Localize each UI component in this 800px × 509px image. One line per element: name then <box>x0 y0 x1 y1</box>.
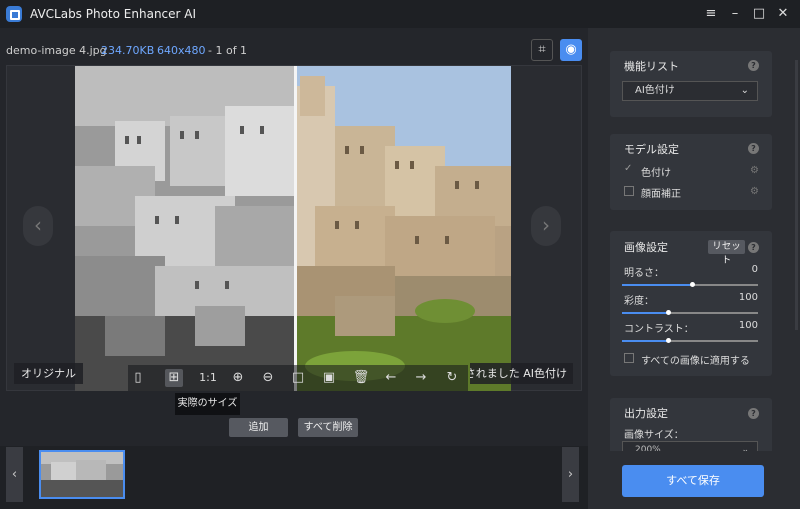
reset-button[interactable]: リセット <box>708 240 745 266</box>
face-enhance-checkbox[interactable] <box>624 186 634 196</box>
brightness-label: 明るさ： <box>624 268 664 279</box>
arrow-left-icon[interactable]: ← <box>382 369 400 387</box>
output-settings-title: 出力設定 <box>624 407 668 420</box>
eye-icon[interactable]: ◉ <box>560 39 582 61</box>
close-icon[interactable]: ✕ <box>774 5 792 23</box>
function-select[interactable]: AI色付け ⌄ <box>622 81 758 101</box>
result-label: されました AI色付け <box>470 363 573 384</box>
strip-next-icon[interactable]: › <box>562 447 579 502</box>
function-select-value: AI色付け <box>635 85 675 96</box>
image-size-label: 画像サイズ： <box>624 430 684 441</box>
file-counter: - 1 of 1 <box>208 44 248 57</box>
file-name: demo-image 4.jpg <box>6 44 107 57</box>
function-list-title: 機能リスト <box>624 60 679 73</box>
actual-size-icon[interactable]: ⊞ <box>165 369 183 387</box>
face-enhance-label: 顔面補正 <box>641 189 681 200</box>
contrast-slider-knob[interactable] <box>666 338 671 343</box>
delete-all-button[interactable]: すべて削除 <box>298 418 358 437</box>
gear-icon[interactable]: ⚙ <box>749 165 760 176</box>
image-settings-title: 画像設定 <box>624 241 668 254</box>
original-label: オリジナル <box>14 363 83 384</box>
tooltip: 実際のサイズ <box>175 393 240 415</box>
brightness-slider-fill <box>622 284 690 286</box>
colorized-image <box>295 66 511 391</box>
model-settings-title: モデル設定 <box>624 143 679 156</box>
window-title: AVCLabs Photo Enhancer AI <box>30 7 197 21</box>
help-icon[interactable]: ? <box>748 242 759 253</box>
strip-prev-icon[interactable]: ‹ <box>6 447 23 502</box>
help-icon[interactable]: ? <box>748 143 759 154</box>
brightness-value: 0 <box>751 264 758 275</box>
contrast-slider-fill <box>622 340 667 342</box>
colorize-checkbox[interactable]: ✓ <box>624 164 634 174</box>
file-dimensions: 640x480 <box>157 44 206 57</box>
comparison-divider[interactable] <box>294 66 297 391</box>
delete-icon[interactable]: 🗑 <box>352 369 370 387</box>
gear-icon[interactable]: ⚙ <box>749 186 760 197</box>
contrast-label: コントラスト： <box>624 324 694 335</box>
crop-tool-icon[interactable]: □ <box>289 369 307 387</box>
minimize-icon[interactable]: – <box>726 5 744 23</box>
apply-all-checkbox[interactable] <box>624 353 634 363</box>
add-button[interactable]: 追加 <box>229 418 288 437</box>
saturation-value: 100 <box>738 292 758 303</box>
saturation-label: 彩度： <box>624 296 654 307</box>
panel-scrollbar[interactable] <box>795 60 798 330</box>
app-logo-icon <box>6 6 22 22</box>
contrast-value: 100 <box>738 320 758 331</box>
save-icon[interactable]: ▣ <box>320 369 338 387</box>
help-icon[interactable]: ? <box>748 60 759 71</box>
next-image-icon[interactable]: › <box>531 206 561 246</box>
contrast-slider[interactable] <box>622 340 758 342</box>
colorize-label: 色付け <box>641 168 671 179</box>
previous-image-icon[interactable]: ‹ <box>23 206 53 246</box>
split-view-icon[interactable]: ▯ <box>129 369 147 387</box>
original-image <box>75 66 295 391</box>
thumbnail-item[interactable] <box>39 450 125 499</box>
saturation-slider[interactable] <box>622 312 758 314</box>
file-size: 234.70KB <box>101 44 155 57</box>
rotate-icon[interactable]: ↻ <box>443 369 461 387</box>
saturation-slider-knob[interactable] <box>666 310 671 315</box>
help-icon[interactable]: ? <box>748 408 759 419</box>
zoom-in-icon[interactable]: ⊕ <box>229 369 247 387</box>
zoom-out-icon[interactable]: ⊖ <box>259 369 277 387</box>
brightness-slider-knob[interactable] <box>690 282 695 287</box>
maximize-icon[interactable]: □ <box>750 5 768 23</box>
apply-all-label: すべての画像に適用する <box>641 356 750 367</box>
chevron-down-icon: ⌄ <box>740 85 749 96</box>
menu-icon[interactable]: ≡ <box>702 5 720 23</box>
crop-icon[interactable]: ⌗ <box>531 39 553 61</box>
save-all-button[interactable]: すべて保存 <box>622 465 764 497</box>
arrow-right-icon[interactable]: → <box>412 369 430 387</box>
ratio-button[interactable]: 1:1 <box>197 369 219 387</box>
saturation-slider-fill <box>622 312 667 314</box>
